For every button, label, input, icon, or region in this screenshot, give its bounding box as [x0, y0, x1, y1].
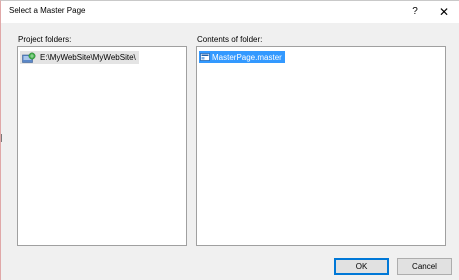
window-edge-marker	[1, 134, 2, 142]
cancel-button[interactable]: Cancel	[397, 258, 452, 275]
project-folders-tree[interactable]: E:\MyWebSite\MyWebSite\	[17, 46, 187, 246]
web-folder-icon	[22, 52, 36, 63]
tree-item-project-folder[interactable]: E:\MyWebSite\MyWebSite\	[20, 50, 139, 64]
master-file-icon	[200, 53, 210, 61]
dialog-title: Select a Master Page	[9, 6, 86, 15]
project-folders-label: Project folders:	[18, 35, 72, 44]
tree-item-highlight: E:\MyWebSite\MyWebSite\	[20, 50, 139, 64]
select-master-page-dialog: Select a Master Page ? ✕ Project folders…	[0, 0, 459, 280]
title-bar: Select a Master Page ? ✕	[1, 1, 459, 23]
help-button[interactable]: ?	[405, 3, 425, 21]
tree-item-label: E:\MyWebSite\MyWebSite\	[40, 52, 136, 62]
contents-of-folder-label: Contents of folder:	[197, 35, 263, 44]
list-item-label: MasterPage.master	[212, 52, 282, 62]
close-button[interactable]: ✕	[433, 3, 455, 21]
ok-button[interactable]: OK	[334, 258, 389, 275]
list-item-master-file[interactable]: MasterPage.master	[199, 51, 285, 63]
contents-of-folder-list[interactable]: MasterPage.master	[196, 46, 446, 246]
